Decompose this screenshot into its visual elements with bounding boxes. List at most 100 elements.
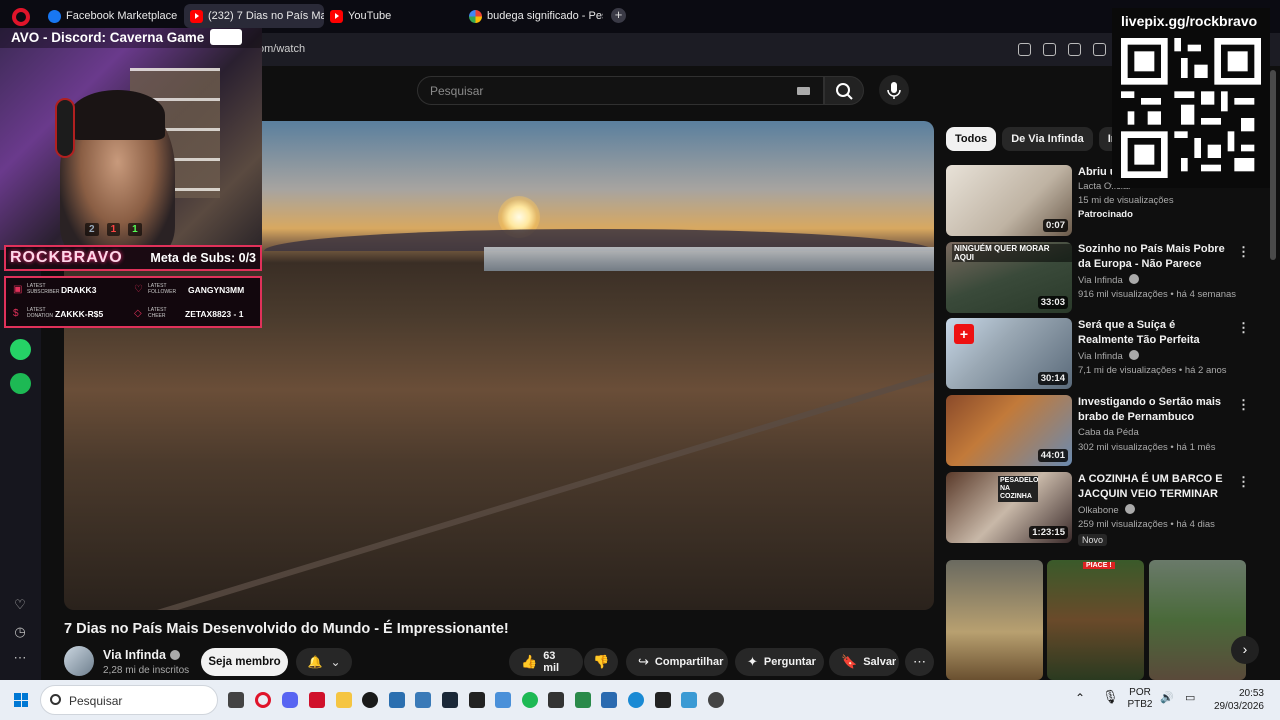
video-thumbnail[interactable]: NINGUÉM QUER MORAR AQUI 33:03 bbox=[946, 242, 1072, 313]
video-duration: 30:14 bbox=[1037, 372, 1068, 385]
recommendation-meta: 302 mil visualizações • há 1 mês bbox=[1078, 442, 1216, 453]
tab-youtube-video[interactable]: (232) 7 Dias no País Mais D bbox=[184, 4, 324, 28]
video-frame-lake bbox=[484, 247, 934, 271]
kick-counter: 1 bbox=[128, 223, 142, 236]
app-icon[interactable] bbox=[708, 692, 724, 708]
camera-icon[interactable] bbox=[1068, 43, 1081, 56]
video-thumbnail[interactable]: PESADELO NA COZINHA 1:23:15 bbox=[946, 472, 1072, 543]
clock[interactable]: 20:53 29/03/2026 bbox=[1212, 687, 1264, 713]
short-thumbnail[interactable]: PIACE ! bbox=[1047, 560, 1144, 680]
tab-facebook-marketplace[interactable]: Facebook Marketplace | Fa bbox=[42, 4, 180, 28]
taskbar-search[interactable]: Pesquisar bbox=[40, 685, 218, 715]
recommendation-title[interactable]: Será que a Suíça é Realmente Tão Perfeit… bbox=[1078, 318, 1233, 348]
recommendation-title[interactable]: Sozinho no País Mais Pobre da Europa - N… bbox=[1078, 242, 1233, 272]
recommendation-channel[interactable]: Olkabone bbox=[1078, 504, 1136, 516]
short-thumbnail[interactable] bbox=[946, 560, 1043, 680]
edit-icon[interactable] bbox=[1043, 43, 1056, 56]
more-options-icon[interactable]: ⋮ bbox=[1237, 244, 1250, 260]
chevron-right-icon[interactable]: › bbox=[1231, 636, 1259, 664]
app-icon[interactable] bbox=[469, 692, 485, 708]
video-thumbnail[interactable]: 0:07 bbox=[946, 165, 1072, 236]
app-icon[interactable] bbox=[655, 692, 671, 708]
chip-all[interactable]: Todos bbox=[946, 127, 997, 151]
app-icon[interactable] bbox=[415, 692, 431, 708]
save-button[interactable]: 🔖 Salvar bbox=[829, 648, 899, 676]
video-thumbnail[interactable]: 44:01 bbox=[946, 395, 1072, 466]
latest-cheer-label: LATEST CHEER bbox=[148, 307, 167, 319]
recommendation-item[interactable]: + 30:14 Será que a Suíça é Realmente Tão… bbox=[946, 318, 1266, 390]
channel-avatar[interactable] bbox=[64, 646, 94, 676]
chip-from-channel[interactable]: De Via Infinda bbox=[1002, 127, 1093, 151]
more-options-icon[interactable]: ⋮ bbox=[1237, 320, 1250, 336]
language-indicator[interactable]: POR PTB2 bbox=[1126, 687, 1154, 711]
search-button[interactable] bbox=[824, 76, 864, 105]
short-thumbnail[interactable] bbox=[1149, 560, 1246, 680]
tab-google-search[interactable]: budega significado - Pesq bbox=[463, 4, 603, 28]
url-text[interactable]: om/watch bbox=[258, 43, 305, 55]
tab-youtube[interactable]: YouTube bbox=[324, 4, 464, 28]
obs-icon[interactable] bbox=[362, 692, 378, 708]
app-icon[interactable] bbox=[681, 692, 697, 708]
app-icon[interactable] bbox=[389, 692, 405, 708]
app-icon[interactable] bbox=[495, 692, 511, 708]
channel-name-row[interactable]: Via Infinda bbox=[103, 648, 180, 662]
recommendation-item[interactable]: PESADELO NA COZINHA 1:23:15 A COZINHA É … bbox=[946, 472, 1266, 546]
more-actions-button[interactable]: ⋯ bbox=[905, 648, 934, 676]
chevron-up-icon[interactable]: ⌃ bbox=[1075, 692, 1085, 704]
task-view-icon[interactable] bbox=[228, 692, 244, 708]
video-thumbnail[interactable]: + 30:14 bbox=[946, 318, 1072, 389]
share-button[interactable]: ↪ Compartilhar bbox=[626, 648, 728, 676]
recommendation-item[interactable]: NINGUÉM QUER MORAR AQUI 33:03 Sozinho no… bbox=[946, 242, 1266, 314]
recommendation-channel[interactable]: Caba da Péda bbox=[1078, 427, 1139, 438]
microphone-icon[interactable]: 🎙 bbox=[1102, 690, 1119, 703]
new-tab-button[interactable]: + bbox=[611, 8, 626, 23]
ask-button[interactable]: ✦ Perguntar bbox=[735, 648, 824, 676]
app-icon[interactable] bbox=[601, 692, 617, 708]
thumbnail-text: PESADELO NA COZINHA bbox=[998, 476, 1039, 502]
history-icon[interactable]: ◷ bbox=[12, 624, 28, 640]
keyboard-icon[interactable] bbox=[797, 87, 810, 95]
opera-icon[interactable] bbox=[255, 692, 271, 708]
notifications-button[interactable]: 🔔 ⌄ bbox=[296, 648, 352, 676]
app-icon[interactable] bbox=[575, 692, 591, 708]
heart-icon[interactable]: ♡ bbox=[12, 597, 28, 613]
voice-search-button[interactable] bbox=[879, 75, 909, 105]
opera-logo-icon[interactable] bbox=[12, 8, 30, 26]
youtube-icon bbox=[330, 9, 343, 23]
video-frame-road bbox=[64, 354, 934, 610]
app-icon[interactable] bbox=[309, 692, 325, 708]
more-icon[interactable]: ⋯ bbox=[12, 650, 28, 666]
zoom-icon[interactable] bbox=[1018, 43, 1031, 56]
thumbs-down-icon: 👎 bbox=[593, 654, 610, 669]
redacted-box bbox=[210, 29, 243, 45]
recommendation-title[interactable]: Investigando o Sertão mais brabo de Pern… bbox=[1078, 395, 1233, 425]
speaker-icon[interactable]: 🔊 bbox=[1160, 692, 1174, 704]
more-options-icon[interactable]: ⋮ bbox=[1237, 397, 1250, 413]
shield-icon[interactable] bbox=[1093, 43, 1106, 56]
channel-name[interactable]: Via Infinda bbox=[103, 648, 166, 662]
recommendation-title[interactable]: A COZINHA É UM BARCO E JACQUIN VEIO TERM… bbox=[1078, 472, 1233, 502]
video-duration: 0:07 bbox=[1042, 219, 1068, 232]
dislike-button[interactable]: 👎 bbox=[584, 648, 618, 676]
recommendation-channel[interactable]: Via Infinda bbox=[1078, 350, 1140, 362]
discord-icon[interactable] bbox=[282, 692, 298, 708]
more-options-icon[interactable]: ⋮ bbox=[1237, 474, 1250, 490]
scrollbar[interactable] bbox=[1270, 70, 1276, 260]
recommendation-meta: 916 mil visualizações • há 4 semanas bbox=[1078, 289, 1237, 300]
spotify-icon[interactable] bbox=[522, 692, 538, 708]
file-explorer-icon[interactable] bbox=[336, 692, 352, 708]
search-input[interactable]: Pesquisar bbox=[417, 76, 824, 105]
network-icon[interactable]: ▭ bbox=[1185, 692, 1195, 704]
recommendation-item[interactable]: 44:01 Investigando o Sertão mais brabo d… bbox=[946, 395, 1266, 467]
thumbnail-text: NINGUÉM QUER MORAR AQUI bbox=[952, 244, 1072, 262]
youtube-icon bbox=[190, 9, 203, 23]
edge-icon[interactable] bbox=[628, 692, 644, 708]
like-button[interactable]: 👍 63 mil bbox=[509, 648, 583, 676]
spotify-icon[interactable] bbox=[10, 373, 31, 394]
windows-start-icon[interactable] bbox=[14, 693, 28, 707]
join-button[interactable]: Seja membro bbox=[201, 648, 288, 676]
recommendation-channel[interactable]: Via Infinda bbox=[1078, 274, 1140, 286]
whatsapp-icon[interactable] bbox=[10, 339, 31, 360]
terminal-icon[interactable] bbox=[548, 692, 564, 708]
steam-icon[interactable] bbox=[442, 692, 458, 708]
